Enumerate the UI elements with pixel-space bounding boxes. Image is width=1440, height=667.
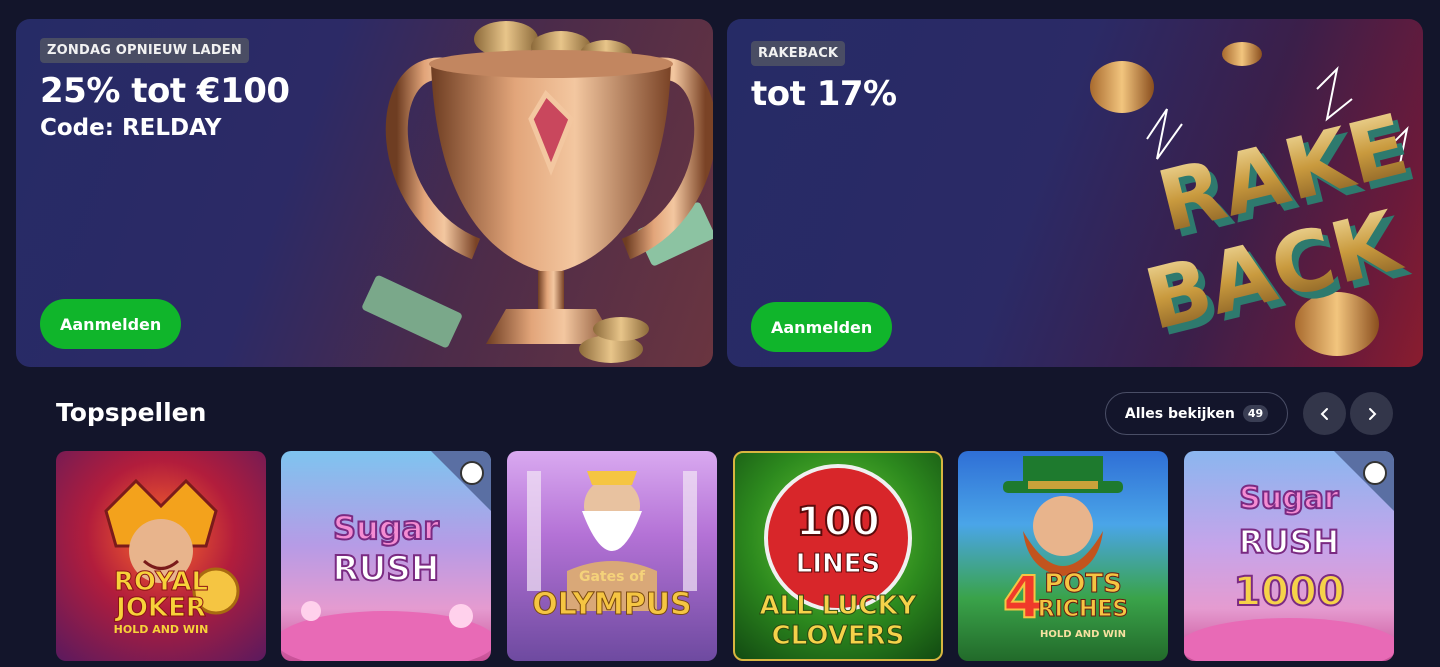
game-title-line: Sugar <box>332 508 440 548</box>
chevron-right-icon <box>1368 407 1376 420</box>
game-title-line: POTS <box>1044 569 1123 600</box>
game-tile-royal-joker[interactable]: ROYAL JOKER HOLD AND WIN <box>56 451 266 661</box>
game-title-line: CLOVERS <box>771 621 905 652</box>
game-title-line: JOKER <box>116 593 207 624</box>
promo-banner-rakeback[interactable]: RAKEBACK tot 17% RAKE RAKE BACK BACK Aan… <box>727 19 1423 367</box>
game-title-line: RUSH <box>1238 522 1340 562</box>
carousel-prev-button[interactable] <box>1303 392 1346 435</box>
rakeback-illustration: RAKE RAKE BACK BACK <box>1090 42 1423 356</box>
carousel-next-button[interactable] <box>1350 392 1393 435</box>
game-tile-4-pots-riches[interactable]: 4 POTS RICHES HOLD AND WIN <box>958 451 1168 661</box>
zeus-artwork <box>527 471 697 611</box>
game-title-line: Gates of <box>578 569 646 585</box>
game-subtitle: HOLD AND WIN <box>113 623 209 636</box>
game-tile-sugar-rush[interactable]: Sugar RUSH <box>281 451 491 661</box>
promo-tag: ZONDAG OPNIEUW LADEN <box>40 38 249 63</box>
promo-headline: tot 17% <box>751 74 897 114</box>
game-title-line: OLYMPUS <box>532 587 692 623</box>
signup-button[interactable]: Aanmelden <box>751 302 893 352</box>
trophy-illustration <box>362 21 713 363</box>
promo-banner-reload[interactable]: ZONDAG OPNIEUW LADEN 25% tot €100 Code: … <box>16 19 713 367</box>
game-title-line: Sugar <box>1238 480 1339 517</box>
game-title-line: RUSH <box>332 548 441 590</box>
game-subtitle: HOLD AND WIN <box>1039 629 1127 640</box>
view-all-button[interactable]: Alles bekijken 49 <box>1105 392 1288 435</box>
game-count-badge: 49 <box>1242 405 1269 422</box>
game-title-line: ALL LUCKY <box>759 591 917 622</box>
game-title-line: 100 <box>795 498 881 546</box>
chevron-left-icon <box>1320 407 1328 420</box>
game-tile-gates-of-olympus[interactable]: Gates of OLYMPUS <box>507 451 717 661</box>
promo-code: Code: RELDAY <box>40 115 222 141</box>
game-tile-all-lucky-clovers[interactable]: 100 LINES ALL LUCKY CLOVERS <box>733 451 943 661</box>
signup-button[interactable]: Aanmelden <box>40 299 182 349</box>
game-title-line: RICHES <box>1037 597 1129 623</box>
game-title-line: LINES <box>795 549 881 580</box>
promo-tag: RAKEBACK <box>751 41 846 66</box>
game-title-line: 1000 <box>1232 568 1345 616</box>
section-title: Topspellen <box>56 398 207 427</box>
view-all-label: Alles bekijken <box>1124 405 1235 422</box>
promo-headline: 25% tot €100 <box>40 71 290 111</box>
game-tile-sugar-rush-1000[interactable]: Sugar RUSH 1000 <box>1184 451 1394 661</box>
